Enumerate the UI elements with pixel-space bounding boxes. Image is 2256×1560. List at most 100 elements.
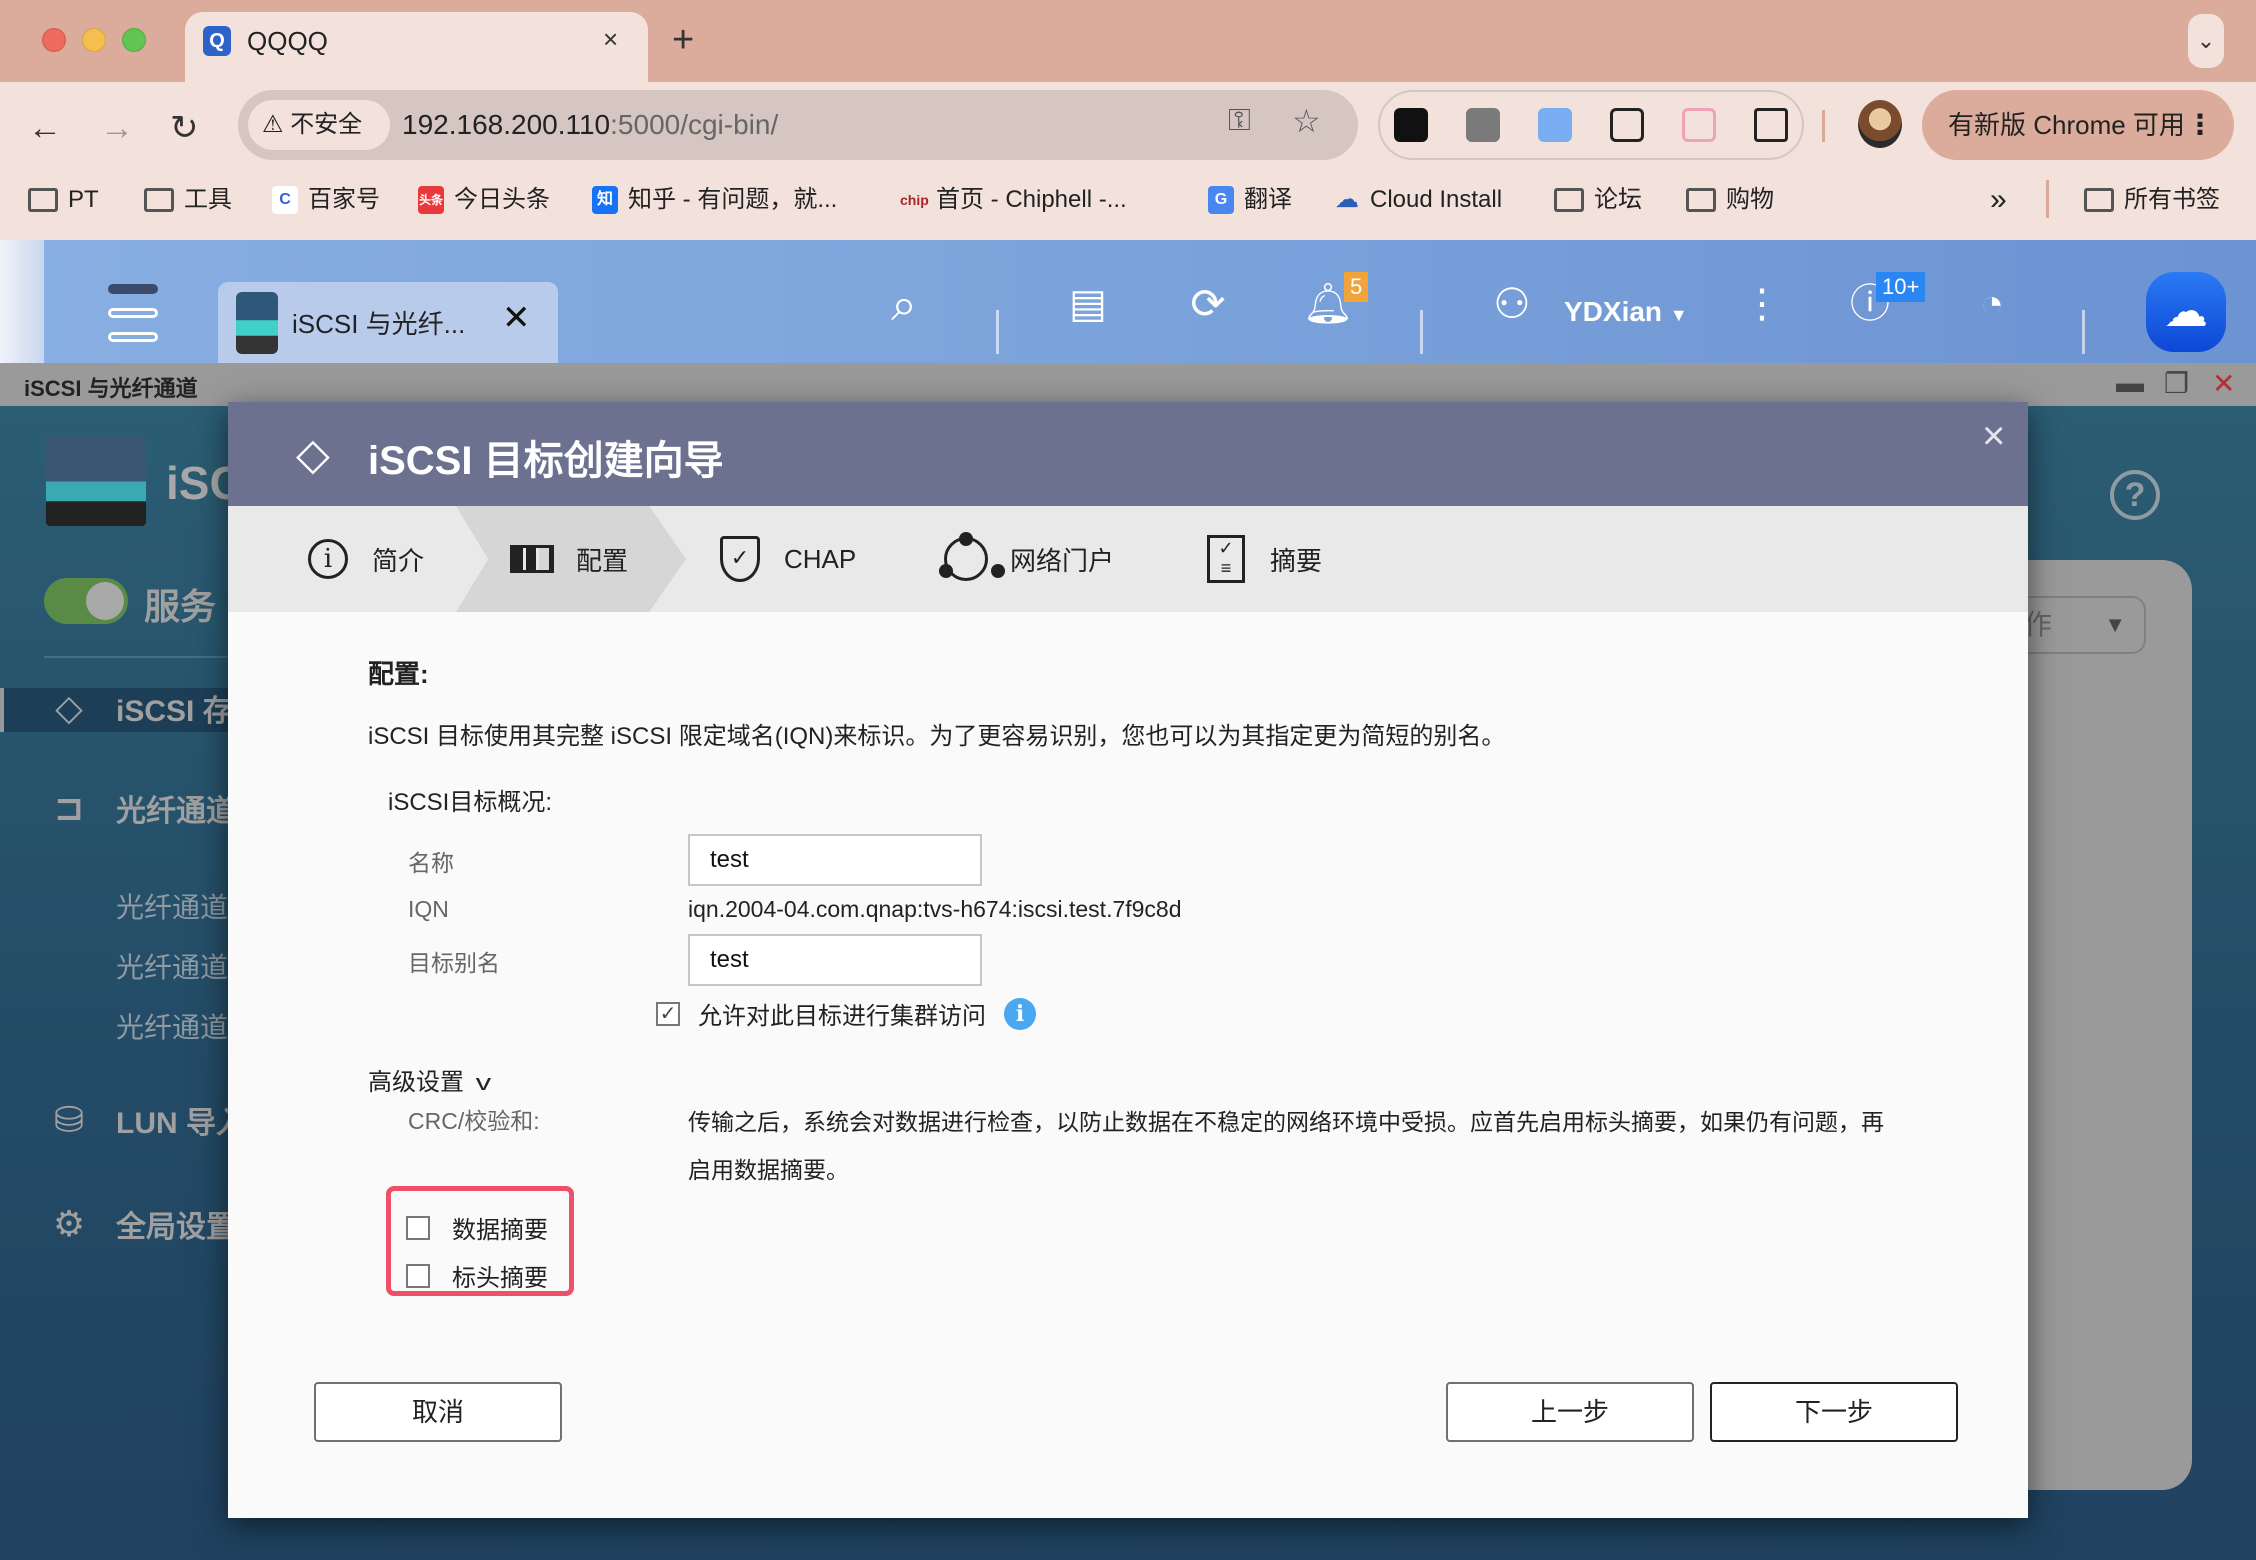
main-menu-icon[interactable] <box>108 284 158 356</box>
gear-icon: ⚙ <box>52 1203 86 1244</box>
bookmark-label: Cloud Install <box>1370 186 1503 213</box>
folder-icon <box>144 188 174 212</box>
search-icon[interactable]: ⌕ <box>876 276 932 332</box>
bookmarks-divider <box>2046 180 2049 218</box>
service-toggle[interactable] <box>44 578 128 624</box>
url-text[interactable]: 192.168.200.110:5000/cgi-bin/ <box>402 90 778 160</box>
bookmark-forum[interactable]: 论坛 <box>1554 170 1642 230</box>
chrome-update-button[interactable]: 有新版 Chrome 可用 ⋮ <box>1922 90 2234 160</box>
folder-icon <box>1686 188 1716 212</box>
back-arrow-icon[interactable]: ← <box>28 106 62 150</box>
myqnapcloud-icon[interactable]: ☁ <box>2146 272 2226 352</box>
reload-icon[interactable]: ↻ <box>170 106 199 150</box>
iscsi-target-icon: ◇ <box>296 430 330 479</box>
bookmark-star-icon[interactable]: ☆ <box>1292 102 1321 140</box>
step-label: 配置 <box>576 545 629 576</box>
bookmark-label: 今日头条 <box>454 186 550 213</box>
sidebar-item-global-settings[interactable]: ⚙ 全局设置 <box>46 1202 236 1246</box>
sidebar-subitem[interactable]: 光纤通道 <box>116 886 228 926</box>
task-manager-icon[interactable]: ▤ <box>1060 276 1116 332</box>
sidebar-item-fibre-channel[interactable]: ⊐ 光纤通道 <box>46 786 236 830</box>
wizard-header: ◇ iSCSI 目标创建向导 × <box>228 402 2028 506</box>
user-menu[interactable]: YDXian ▼ <box>1564 296 1688 328</box>
extension-scissors-icon[interactable] <box>1610 108 1644 142</box>
cloud-icon: ☁ <box>1335 186 1359 213</box>
name-label: 名称 <box>408 850 454 876</box>
bookmark-label: 知乎 - 有问题，就... <box>628 186 838 213</box>
header-digest-checkbox[interactable] <box>406 1263 430 1288</box>
window-minimize-button[interactable] <box>82 28 106 52</box>
network-portal-icon <box>939 532 988 581</box>
name-input[interactable] <box>688 834 982 886</box>
forward-arrow-icon[interactable]: → <box>100 106 134 150</box>
bookmark-shopping[interactable]: 购物 <box>1686 170 1774 230</box>
close-icon[interactable]: ✕ <box>2212 367 2235 400</box>
caret-down-icon: ▼ <box>2104 612 2126 637</box>
bookmark-baijiahao[interactable]: C 百家号 <box>272 170 380 230</box>
app-tab-close-icon[interactable]: ✕ <box>502 298 531 338</box>
more-options-icon[interactable]: ⋮ <box>1734 276 1790 332</box>
sidebar-item-label: 光纤通道 <box>116 795 236 828</box>
cluster-access-checkbox[interactable]: ✓ <box>656 1001 680 1026</box>
more-vertical-icon[interactable]: ⋮ <box>2186 90 2214 160</box>
sidebar-item-iscsi-storage[interactable]: ◇ iSCSI 存 <box>46 686 233 730</box>
bookmarks-bar: PT 工具 C 百家号 头条 今日头条 知 知乎 - 有问题，就... chip… <box>0 170 2256 240</box>
tab-close-icon[interactable]: × <box>603 22 618 56</box>
data-digest-checkbox[interactable] <box>406 1215 430 1240</box>
baijiahao-icon: C <box>272 186 298 214</box>
info-icon[interactable]: i <box>1004 997 1036 1030</box>
user-account-icon[interactable]: ⚇ <box>1484 276 1540 332</box>
new-tab-button[interactable]: + <box>672 18 694 62</box>
bookmark-label: 购物 <box>1726 186 1774 213</box>
app-tab-iscsi[interactable]: iSCSI 与光纤... ✕ <box>218 282 558 363</box>
profile-avatar[interactable] <box>1858 100 1902 148</box>
security-indicator[interactable]: ⚠ 不安全 <box>248 100 390 150</box>
previous-button[interactable]: 上一步 <box>1446 1382 1694 1442</box>
cancel-button[interactable]: 取消 <box>314 1382 562 1442</box>
backup-sync-icon[interactable]: ⟳ <box>1180 276 1236 332</box>
minimize-icon[interactable]: ▬ <box>2116 367 2144 399</box>
step-intro: i 简介 <box>306 506 424 612</box>
browser-tab-strip: Q QQQQ × + ⌄ <box>0 0 2256 84</box>
extension-bilibili-icon[interactable] <box>1682 108 1716 142</box>
extension-cookie-icon[interactable] <box>1538 108 1572 142</box>
alias-input[interactable] <box>688 934 982 986</box>
bookmark-pt[interactable]: PT <box>28 170 99 230</box>
tab-title: QQQQ <box>247 26 328 56</box>
bookmark-chiphell[interactable]: chip 首页 - Chiphell -... <box>900 170 1127 230</box>
sidebar-subitem[interactable]: 光纤通道 <box>116 946 228 986</box>
window-close-button[interactable] <box>42 28 66 52</box>
resource-monitor-icon[interactable]: ◔ <box>1964 276 2020 332</box>
all-bookmarks[interactable]: 所有书签 <box>2084 170 2220 230</box>
step-chap: ✓ CHAP <box>718 506 856 612</box>
bookmarks-overflow-button[interactable]: » <box>1990 170 2007 230</box>
password-key-icon[interactable]: ⚿ <box>1228 104 1251 138</box>
next-button[interactable]: 下一步 <box>1710 1382 1958 1442</box>
advanced-settings-toggle[interactable]: 高级设置 v <box>368 1062 491 1097</box>
address-bar[interactable]: ⚠ 不安全 192.168.200.110:5000/cgi-bin/ ⚿ ☆ <box>238 90 1358 160</box>
window-zoom-button[interactable] <box>122 28 146 52</box>
url-path: :5000/cgi-bin/ <box>610 109 779 140</box>
sidebar-item-label: iSCSI 存 <box>116 695 233 728</box>
browser-tab[interactable]: Q QQQQ × <box>185 12 648 84</box>
alias-label: 目标别名 <box>408 950 500 976</box>
bookmark-tools[interactable]: 工具 <box>144 170 232 230</box>
maximize-icon[interactable]: ❐ <box>2164 367 2189 400</box>
sidebar-subitem[interactable]: 光纤通道 <box>116 1006 228 1046</box>
extension-eyes-icon[interactable] <box>1394 108 1428 142</box>
bookmark-zhihu[interactable]: 知 知乎 - 有问题，就... <box>592 170 837 230</box>
tab-search-chevron-icon[interactable]: ⌄ <box>2188 14 2224 68</box>
info-icon: i <box>306 537 350 581</box>
sidebar-item-lun-import[interactable]: ⛁ LUN 导入 <box>46 1098 246 1142</box>
bookmark-cloud-install[interactable]: ☁ Cloud Install <box>1334 170 1502 230</box>
wizard-title: iSCSI 目标创建向导 <box>368 439 724 483</box>
bookmark-translate[interactable]: G 翻译 <box>1208 170 1292 230</box>
step-config: 配置 <box>510 506 628 612</box>
close-icon[interactable]: × <box>1982 416 2005 456</box>
bookmark-toutiao[interactable]: 头条 今日头条 <box>418 170 550 230</box>
action-dropdown-label: 作 <box>2024 609 2053 640</box>
crc-label: CRC/校验和: <box>408 1108 540 1134</box>
extension-shield-icon[interactable] <box>1466 108 1500 142</box>
help-icon[interactable]: ? <box>2110 470 2160 520</box>
extensions-puzzle-icon[interactable] <box>1754 108 1788 142</box>
